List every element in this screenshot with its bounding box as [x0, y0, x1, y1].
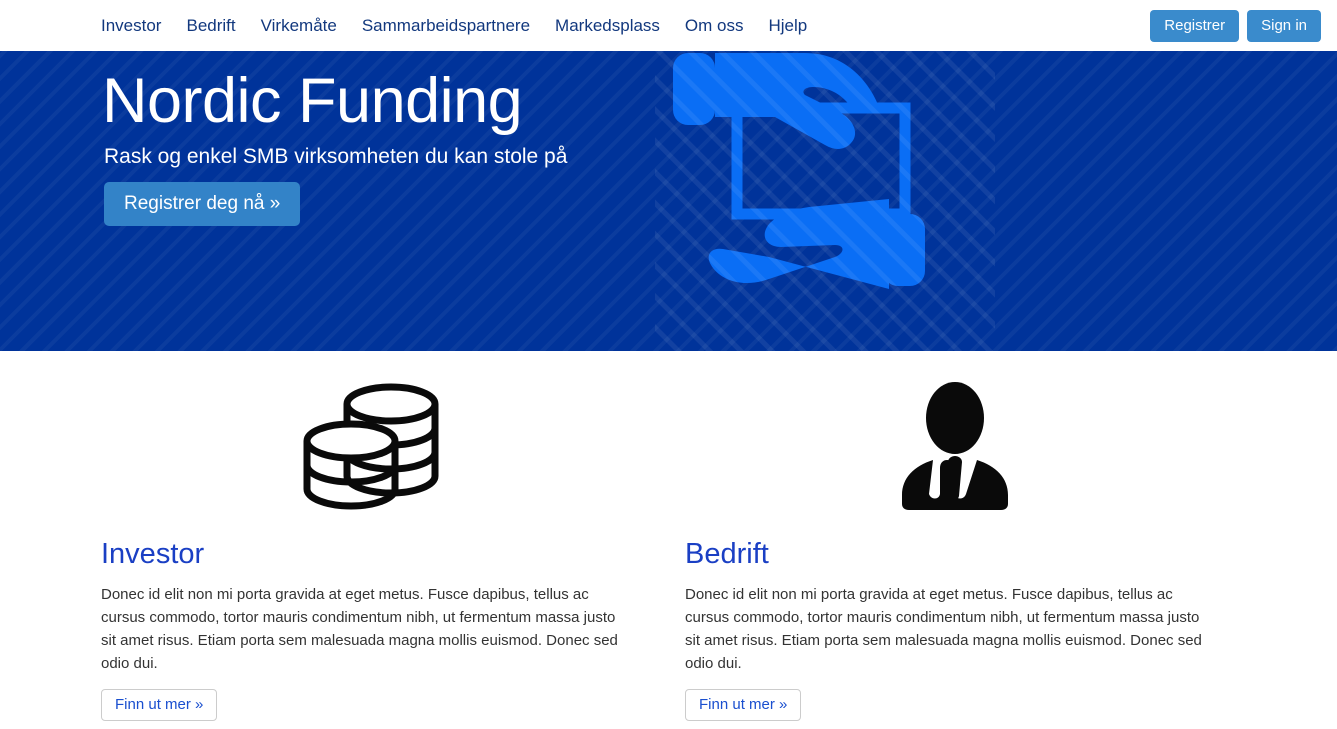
sign-in-button[interactable]: Sign in — [1247, 10, 1321, 42]
nav-action-buttons: Registrer Sign in — [1150, 10, 1321, 42]
learn-more-button-bedrift[interactable]: Finn ut mer » — [685, 689, 802, 721]
feature-column-investor: Investor Donec id elit non mi porta grav… — [101, 351, 641, 721]
nav-link-sammarbeidspartnere[interactable]: Sammarbeidspartnere — [362, 16, 530, 36]
nav-link-bedrift[interactable]: Bedrift — [186, 16, 235, 36]
nav-link-markedsplass[interactable]: Markedsplass — [555, 16, 660, 36]
feature-text-investor: Donec id elit non mi porta gravida at eg… — [101, 586, 618, 672]
feature-title-investor: Investor — [101, 538, 205, 570]
register-button[interactable]: Registrer — [1150, 10, 1240, 42]
feature-column-bedrift: Bedrift Donec id elit non mi porta gravi… — [685, 351, 1225, 721]
learn-more-button-investor[interactable]: Finn ut mer » — [101, 689, 218, 721]
hero-subtitle: Rask og enkel SMB virksomheten du kan st… — [104, 145, 568, 168]
top-navigation-bar: Investor Bedrift Virkemåte Sammarbeidspa… — [0, 0, 1337, 51]
businessperson-icon — [685, 369, 1225, 519]
feature-title-bedrift: Bedrift — [685, 538, 769, 570]
nav-link-hjelp[interactable]: Hjelp — [768, 16, 807, 36]
hero-register-cta-button[interactable]: Registrer deg nå » — [104, 182, 301, 226]
hero-title: Nordic Funding — [102, 66, 523, 136]
hero-banner: Nordic Funding Rask og enkel SMB virksom… — [0, 51, 1337, 351]
features-section: Investor Donec id elit non mi porta grav… — [0, 351, 1337, 729]
handshake-exchange-card-icon — [655, 51, 995, 351]
nav-link-investor[interactable]: Investor — [101, 16, 161, 36]
nav-link-om-oss[interactable]: Om oss — [685, 16, 744, 36]
feature-text-bedrift: Donec id elit non mi porta gravida at eg… — [685, 586, 1202, 672]
main-nav-links: Investor Bedrift Virkemåte Sammarbeidspa… — [101, 16, 807, 36]
coin-stacks-icon — [101, 369, 641, 519]
nav-link-virkemate[interactable]: Virkemåte — [261, 16, 337, 36]
